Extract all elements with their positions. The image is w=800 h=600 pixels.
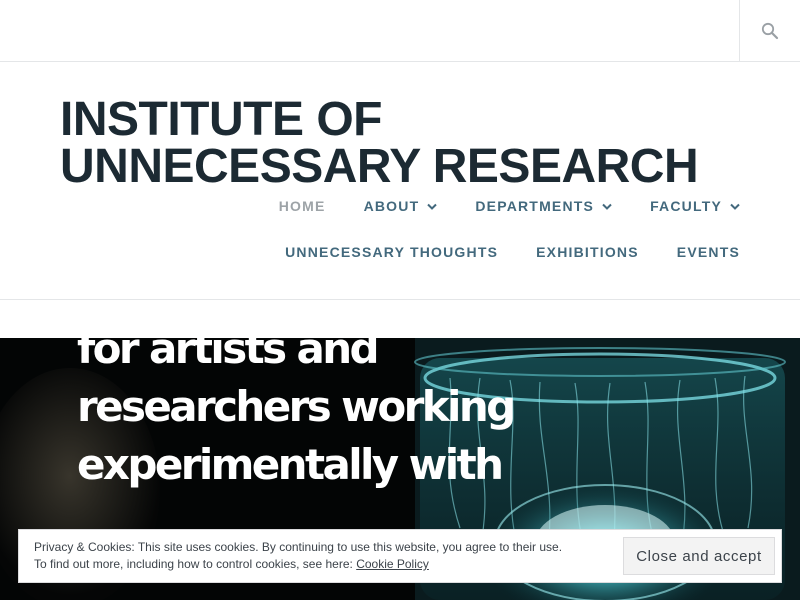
cookie-banner-line-2-prefix: To find out more, including how to contr… [34, 557, 357, 571]
nav-item-label: ABOUT [363, 198, 420, 214]
primary-nav-row-2: UNNECESSARY THOUGHTS EXHIBITIONS EVENTS [247, 242, 740, 262]
cookie-policy-link[interactable]: Cookie Policy [356, 557, 429, 571]
nav-item-label: UNNECESSARY THOUGHTS [285, 244, 499, 260]
nav-item-label: DEPARTMENTS [475, 198, 595, 214]
nav-item-departments[interactable]: DEPARTMENTS [475, 196, 612, 216]
nav-item-home[interactable]: HOME [279, 196, 326, 216]
nav-item-label: FACULTY [650, 198, 722, 214]
header-divider-strip [0, 300, 800, 338]
search-button[interactable] [739, 0, 800, 61]
cookie-banner-line-2: To find out more, including how to contr… [34, 556, 562, 573]
chevron-down-icon [602, 203, 612, 210]
site-title[interactable]: INSTITUTE OF UNNECESSARY RESEARCH [60, 93, 699, 193]
hero-line-2: researchers working [77, 382, 516, 431]
chevron-down-icon [730, 203, 740, 210]
nav-item-unnecessary-thoughts[interactable]: UNNECESSARY THOUGHTS [285, 242, 498, 262]
cookie-banner: Privacy & Cookies: This site uses cookie… [18, 529, 782, 583]
chevron-down-icon [427, 203, 438, 210]
site-header: INSTITUTE OF UNNECESSARY RESEARCH HOME A… [0, 62, 800, 300]
nav-item-label: HOME [278, 198, 326, 214]
nav-item-events[interactable]: EVENTS [677, 242, 740, 262]
nav-item-exhibitions[interactable]: EXHIBITIONS [536, 242, 639, 262]
search-icon [761, 22, 779, 39]
primary-nav-row-1: HOME ABOUT DEPARTMENTS FACULTY [241, 196, 740, 216]
hero-line-1: for artists and [77, 338, 380, 373]
site-title-line-2: UNNECESSARY RESEARCH [60, 140, 699, 193]
cookie-banner-line-1: Privacy & Cookies: This site uses cookie… [34, 540, 563, 554]
cookie-banner-text: Privacy & Cookies: This site uses cookie… [34, 539, 562, 573]
site-title-line-1: INSTITUTE OF [60, 93, 382, 146]
nav-item-about[interactable]: ABOUT [364, 196, 438, 216]
hero-line-3: experimentally with [77, 440, 504, 489]
nav-item-label: EXHIBITIONS [536, 244, 639, 260]
nav-item-label: EVENTS [676, 244, 740, 260]
top-bar [0, 0, 800, 62]
close-and-accept-button[interactable]: Close and accept [623, 537, 775, 575]
nav-item-faculty[interactable]: FACULTY [650, 196, 740, 216]
